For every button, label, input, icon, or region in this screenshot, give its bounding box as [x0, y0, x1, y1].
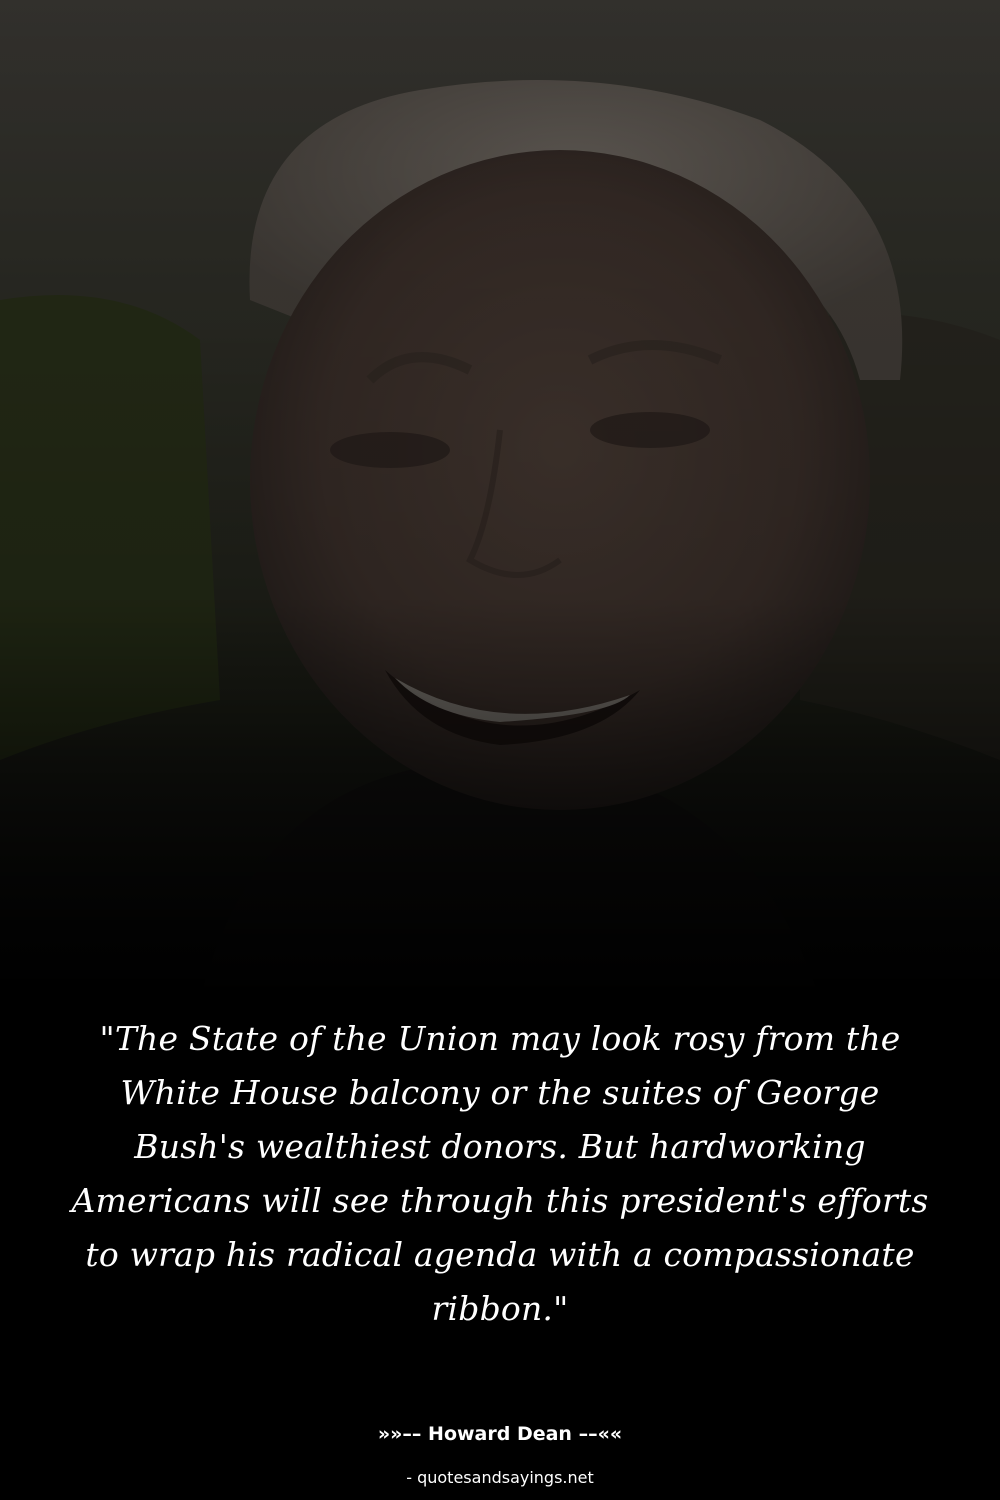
- dark-overlay: [0, 0, 1000, 1000]
- background-photo: [0, 0, 1000, 1000]
- source-credit: - quotesandsayings.net: [406, 1468, 594, 1487]
- portrait-illustration: [0, 0, 1000, 1000]
- quote-text: "The State of the Union may look rosy fr…: [71, 1019, 929, 1328]
- quote-poster: "The State of the Union may look rosy fr…: [0, 0, 1000, 1500]
- quote-block: "The State of the Union may look rosy fr…: [60, 1012, 940, 1336]
- author-attribution: »»–– Howard Dean ––««: [377, 1423, 623, 1445]
